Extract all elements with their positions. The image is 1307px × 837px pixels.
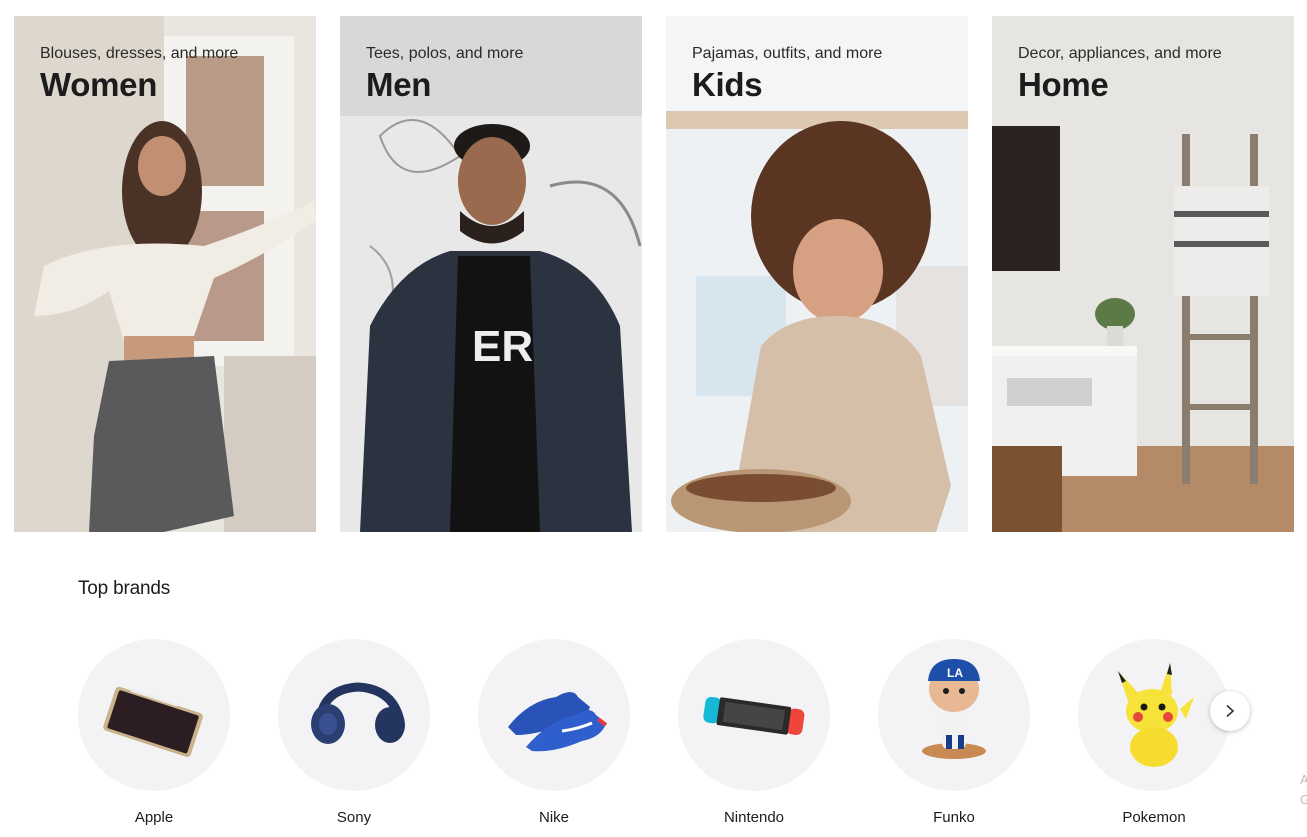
category-subtitle: Blouses, dresses, and more bbox=[40, 45, 239, 62]
category-card-home[interactable]: Decor, appliances, and more Home bbox=[992, 16, 1294, 532]
brand-item-nintendo[interactable]: Nintendo bbox=[678, 639, 830, 829]
category-card-kids[interactable]: Pajamas, outfits, and more Kids bbox=[666, 16, 968, 532]
brand-item-pokemon[interactable]: Pokemon bbox=[1078, 639, 1230, 829]
brand-circle[interactable] bbox=[278, 639, 430, 791]
category-title: Home bbox=[1018, 66, 1109, 103]
brand-circle[interactable] bbox=[678, 639, 830, 791]
svg-text:LA: LA bbox=[947, 666, 963, 680]
brand-item-funko[interactable]: LA Funko bbox=[878, 639, 1030, 829]
brand-label: Funko bbox=[933, 809, 975, 826]
category-card-women[interactable]: Blouses, dresses, and more Women bbox=[14, 16, 316, 532]
brand-label: Apple bbox=[134, 809, 174, 826]
edge-fragment-line2: G bbox=[1300, 792, 1307, 807]
brand-label: Nike bbox=[538, 809, 569, 826]
category-card-men[interactable]: ER Tees, polos, and more Men bbox=[340, 16, 642, 532]
brand-circle[interactable]: LA bbox=[878, 639, 1030, 791]
brand-item-nike[interactable]: Nike bbox=[478, 639, 630, 829]
category-subtitle: Pajamas, outfits, and more bbox=[692, 45, 883, 62]
category-title: Kids bbox=[692, 66, 763, 103]
svg-text:ER: ER bbox=[472, 322, 533, 371]
sneakers-icon bbox=[508, 692, 608, 752]
carousel-next-button[interactable] bbox=[1210, 691, 1250, 731]
edge-text-fragment: A G bbox=[1300, 770, 1307, 810]
headphones-icon bbox=[311, 682, 405, 744]
figure-icon: LA bbox=[922, 659, 986, 759]
edge-fragment-line1: A bbox=[1300, 772, 1307, 787]
brand-label: Nintendo bbox=[723, 809, 785, 826]
brand-circle[interactable] bbox=[78, 639, 230, 791]
category-subtitle: Tees, polos, and more bbox=[366, 45, 524, 62]
brand-item-apple[interactable]: Apple bbox=[78, 639, 230, 829]
game-console-icon bbox=[703, 696, 805, 736]
brand-item-sony[interactable]: Sony bbox=[278, 639, 430, 829]
category-subtitle: Decor, appliances, and more bbox=[1018, 45, 1222, 62]
pikachu-icon bbox=[1118, 663, 1194, 767]
brand-label: Sony bbox=[336, 809, 372, 826]
section-heading-top-brands: Top brands bbox=[78, 578, 171, 599]
chevron-right-icon bbox=[1226, 704, 1235, 718]
brand-label: Pokemon bbox=[1122, 809, 1186, 826]
brand-circle[interactable] bbox=[1078, 639, 1230, 791]
category-title: Women bbox=[40, 66, 158, 103]
tablet-icon bbox=[103, 686, 203, 757]
brand-circle[interactable] bbox=[478, 639, 630, 791]
category-title: Men bbox=[366, 66, 432, 103]
